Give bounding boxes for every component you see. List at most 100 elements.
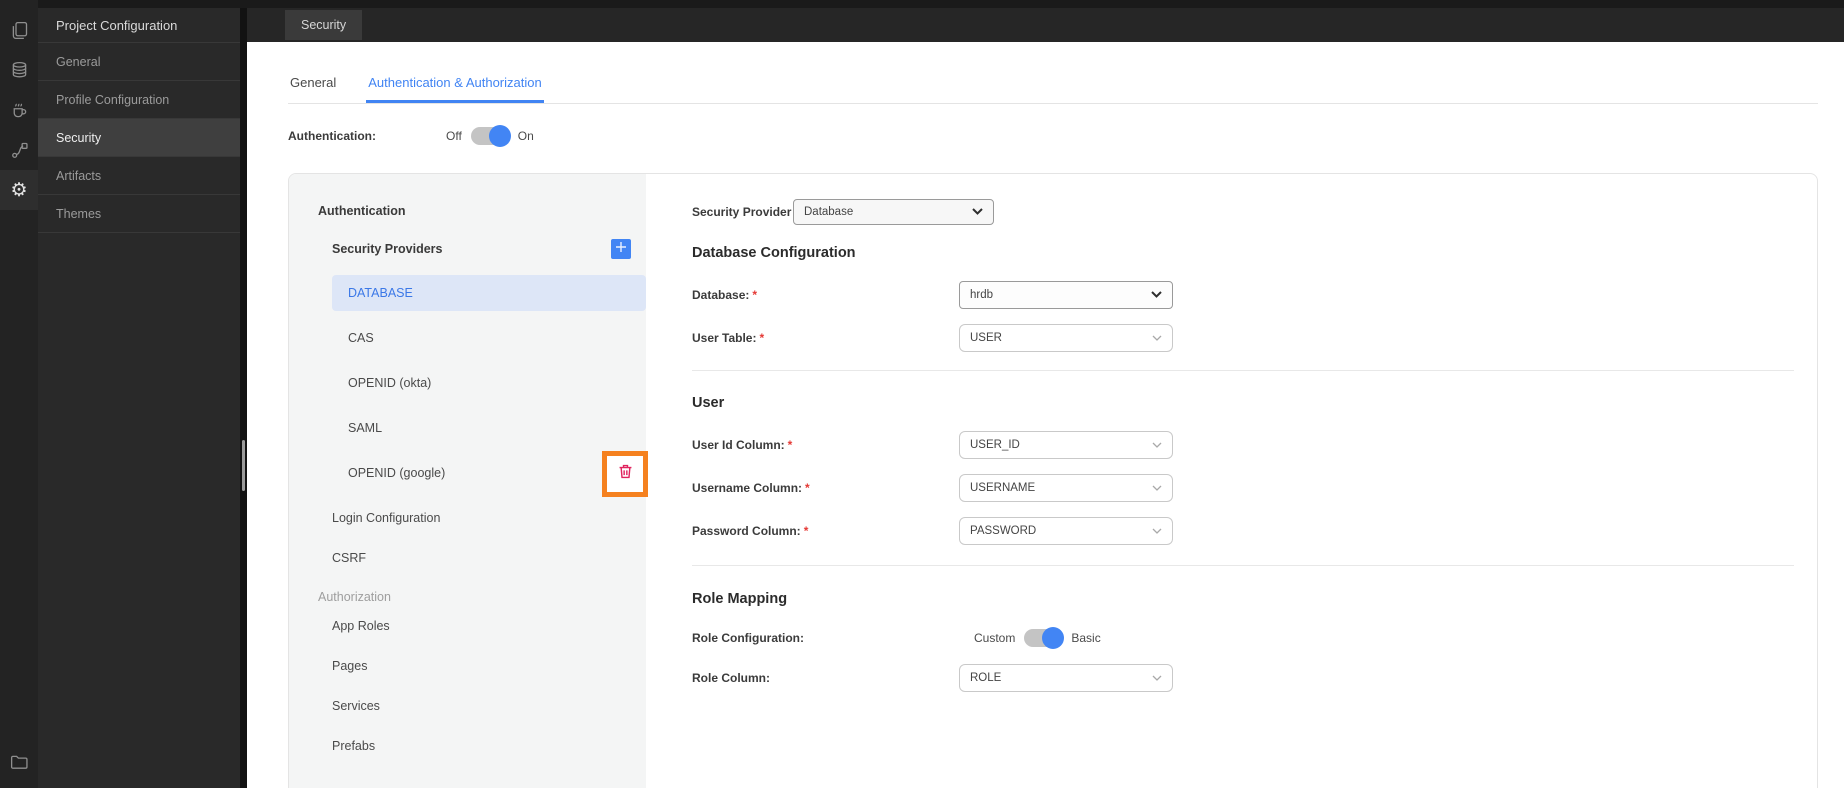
username-column-select[interactable]: USERNAME <box>959 474 1173 502</box>
pages-icon[interactable] <box>0 10 38 50</box>
sidebar-title: Project Configuration <box>56 17 178 33</box>
required-asterisk: * <box>759 331 765 345</box>
nav-item-prefabs[interactable]: Prefabs <box>332 728 646 764</box>
provider-item-openid-okta[interactable]: OPENID (okta) <box>332 365 646 401</box>
user-table-field-row: User Table: * USER <box>692 324 1794 352</box>
role-column-label: Role Column: <box>692 671 959 685</box>
nav-item-app-roles[interactable]: App Roles <box>332 608 646 644</box>
window-top-strip <box>38 0 1844 8</box>
security-provider-value: Database <box>804 206 854 218</box>
chevron-down-icon <box>1152 525 1162 537</box>
add-provider-button[interactable] <box>611 239 631 259</box>
chevron-down-icon <box>1152 332 1162 344</box>
toggle-on-label: On <box>517 129 534 143</box>
nav-item-csrf[interactable]: CSRF <box>332 540 646 576</box>
required-asterisk: * <box>805 481 810 495</box>
main-area: Security General Authentication & Author… <box>247 0 1844 788</box>
nav-item-pages[interactable]: Pages <box>332 648 646 684</box>
sidebar-item-profile-configuration[interactable]: Profile Configuration <box>38 80 240 118</box>
role-mapping-heading: Role Mapping <box>692 591 788 607</box>
username-column-value: USERNAME <box>970 482 1036 494</box>
toggle-custom-label: Custom <box>974 631 1016 645</box>
label-text: User Table: <box>692 331 757 345</box>
chevron-down-icon <box>1152 482 1162 494</box>
authentication-label: Authentication: <box>288 129 376 143</box>
authentication-toggle-row: Authentication: Off On <box>288 125 1844 147</box>
chevron-down-icon <box>1152 672 1162 684</box>
tab-general[interactable]: General <box>288 75 338 103</box>
role-configuration-toggle-group: Custom Basic <box>974 627 1101 649</box>
user-table-field-label: User Table: * <box>692 331 959 345</box>
section-divider <box>692 370 1794 371</box>
user-id-column-value: USER_ID <box>970 439 1020 451</box>
provider-list: DATABASE CAS OPENID (okta) SAML OPENID (… <box>332 275 646 491</box>
security-providers-row: Security Providers <box>332 239 631 259</box>
role-column-row: Role Column: ROLE <box>692 664 1794 692</box>
password-column-select[interactable]: PASSWORD <box>959 517 1173 545</box>
sidebar-item-general[interactable]: General <box>38 42 240 80</box>
chevron-down-icon <box>1151 289 1162 301</box>
provider-item-saml[interactable]: SAML <box>332 410 646 446</box>
username-column-label: Username Column: * <box>692 481 959 495</box>
password-column-value: PASSWORD <box>970 525 1037 537</box>
topbar-tab-security[interactable]: Security <box>285 10 363 40</box>
security-providers-label: Security Providers <box>332 242 443 256</box>
database-icon[interactable] <box>0 50 38 90</box>
app-window: ⚙ Project Configuration General Profile … <box>0 0 1844 788</box>
user-id-column-select[interactable]: USER_ID <box>959 431 1173 459</box>
required-asterisk: * <box>787 438 793 452</box>
switch-knob <box>1042 627 1065 649</box>
switch-knob <box>488 125 511 147</box>
provider-item-cas[interactable]: CAS <box>332 320 646 356</box>
security-provider-row: Security Provider Database <box>692 199 1794 225</box>
security-settings-card: Authentication Security Providers DATABA… <box>288 173 1818 788</box>
user-id-column-row: User Id Column: * USER_ID <box>692 431 1794 459</box>
password-column-label: Password Column: * <box>692 524 959 538</box>
nav-item-services[interactable]: Services <box>332 688 646 724</box>
user-table-select[interactable]: USER <box>959 324 1173 352</box>
provider-item-database[interactable]: DATABASE <box>332 275 646 311</box>
username-column-row: Username Column: * USERNAME <box>692 474 1794 502</box>
database-select[interactable]: hrdb <box>959 281 1173 309</box>
folder-icon[interactable] <box>0 742 38 782</box>
provider-config-form: Security Provider Database Database Conf… <box>646 174 1817 788</box>
label-text: Username Column: <box>692 481 803 495</box>
toggle-basic-label: Basic <box>1071 631 1101 645</box>
role-column-value: ROLE <box>970 672 1002 684</box>
database-configuration-heading: Database Configuration <box>692 245 856 261</box>
role-column-select[interactable]: ROLE <box>959 664 1173 692</box>
chevron-down-icon <box>1152 439 1162 451</box>
delete-provider-button[interactable] <box>602 451 648 497</box>
required-asterisk: * <box>803 524 809 538</box>
password-column-row: Password Column: * PASSWORD <box>692 517 1794 545</box>
scrollbar-thumb[interactable] <box>242 440 245 491</box>
sidebar-item-themes[interactable]: Themes <box>38 194 240 233</box>
role-configuration-switch[interactable] <box>1024 627 1065 649</box>
security-provider-field-label: Security Provider <box>692 205 792 219</box>
label-text: Database: <box>692 288 750 302</box>
settings-icon[interactable]: ⚙ <box>0 170 38 210</box>
nav-item-login-configuration[interactable]: Login Configuration <box>332 500 646 536</box>
database-value: hrdb <box>970 289 994 301</box>
services-icon[interactable] <box>0 130 38 170</box>
tab-authentication-authorization[interactable]: Authentication & Authorization <box>366 75 544 103</box>
database-field-row: Database: * hrdb <box>692 281 1794 309</box>
authentication-switch[interactable] <box>470 125 511 147</box>
authentication-section-header: Authentication <box>318 204 406 218</box>
provider-item-openid-google[interactable]: OPENID (google) <box>332 455 646 491</box>
role-configuration-label: Role Configuration: <box>692 631 804 645</box>
trash-icon <box>616 462 635 486</box>
sidebar: Project Configuration General Profile Co… <box>38 0 240 788</box>
plus-icon <box>614 240 628 259</box>
chevron-down-icon <box>972 206 983 218</box>
sidebar-item-security[interactable]: Security <box>38 118 240 156</box>
label-text: Role Column: <box>692 671 770 685</box>
security-provider-select[interactable]: Database <box>793 199 994 225</box>
user-heading: User <box>692 395 725 411</box>
java-icon[interactable] <box>0 90 38 130</box>
sidebar-item-artifacts[interactable]: Artifacts <box>38 156 240 194</box>
user-table-value: USER <box>970 332 1002 344</box>
authorization-section-header: Authorization <box>318 590 391 604</box>
section-divider <box>692 565 1794 566</box>
label-text: User Id Column: <box>692 438 785 452</box>
